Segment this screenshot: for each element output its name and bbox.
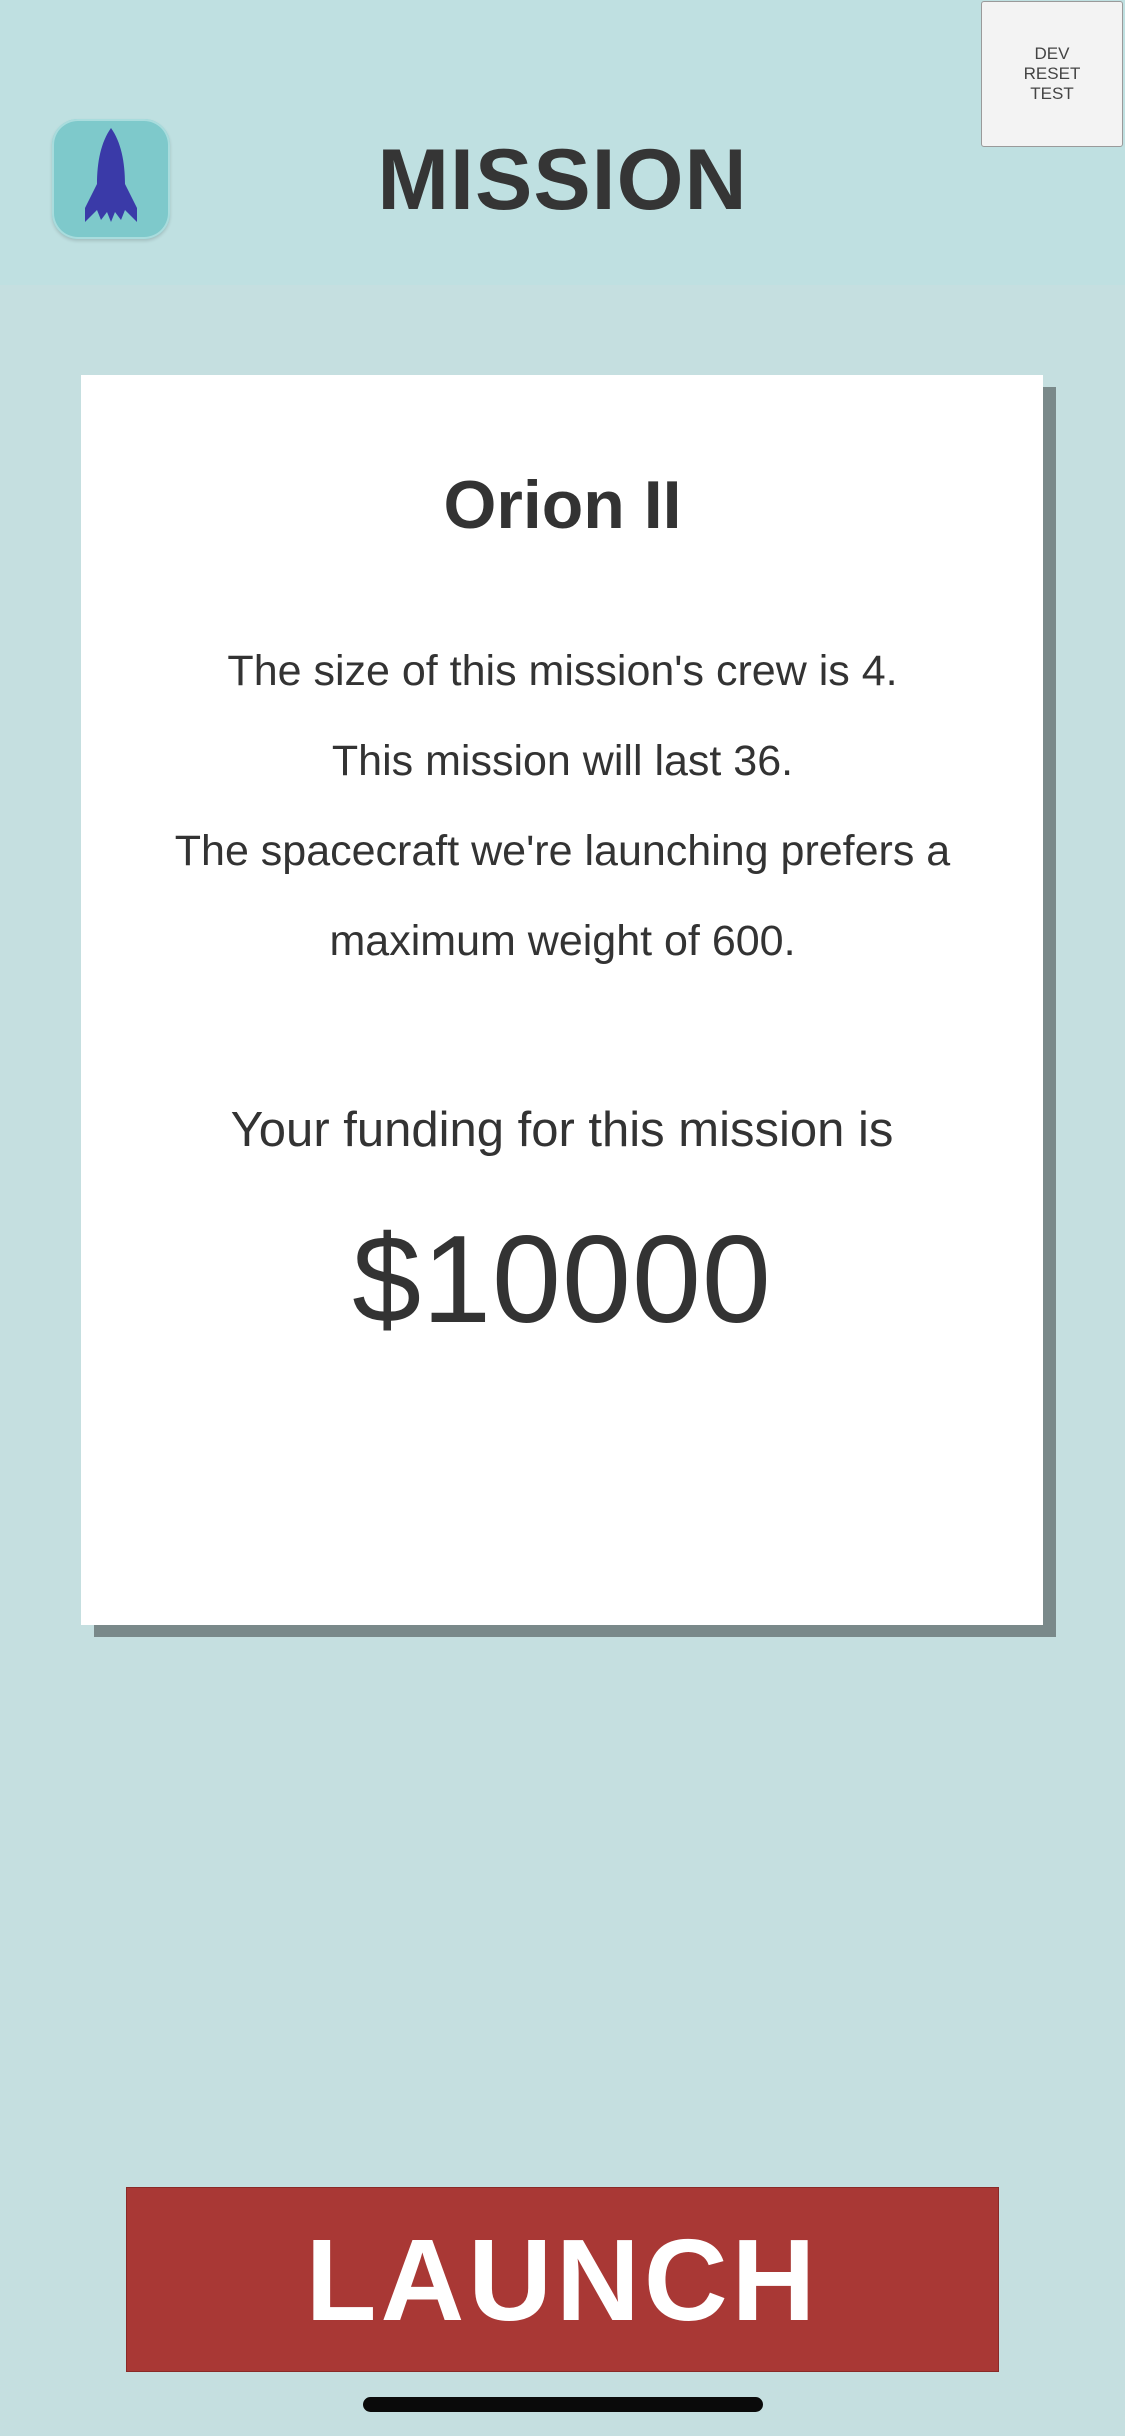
launch-button[interactable]: LAUNCH: [126, 2187, 999, 2372]
spacecraft-weight-text-line2: maximum weight of 600.: [329, 917, 796, 965]
dev-reset-test-button[interactable]: DEV RESET TEST: [981, 1, 1123, 147]
page-title: MISSION: [377, 132, 748, 228]
spacecraft-weight-text-line1: The spacecraft we're launching prefers a: [174, 827, 951, 875]
home-indicator[interactable]: [363, 2397, 763, 2412]
mission-duration-text: This mission will last 36.: [331, 737, 794, 785]
header-bar: MISSION DEV RESET TEST: [0, 0, 1125, 285]
mission-card: [81, 375, 1043, 1625]
crew-size-text: The size of this mission's crew is 4.: [227, 647, 898, 695]
mission-name: Orion II: [443, 467, 682, 543]
funding-amount: $10000: [352, 1211, 772, 1349]
funding-label: Your funding for this mission is: [230, 1103, 894, 1157]
